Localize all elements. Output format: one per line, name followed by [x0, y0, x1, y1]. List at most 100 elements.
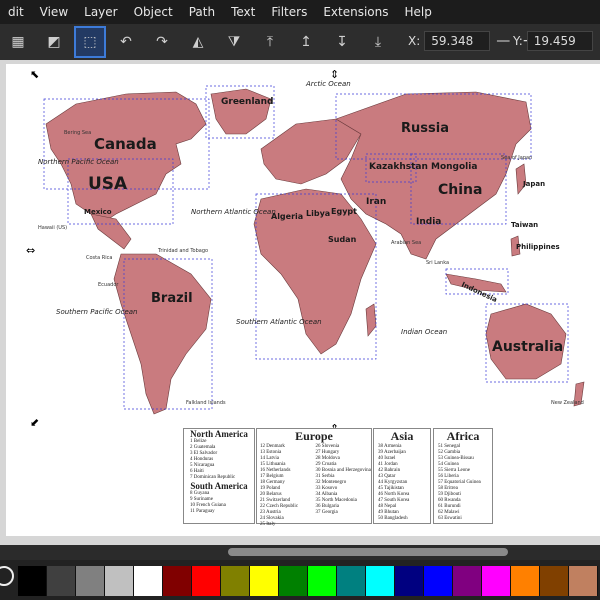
label-new-zealand: New Zealand [551, 400, 584, 406]
palette-swatch[interactable] [337, 566, 366, 596]
label-russia: Russia [401, 121, 449, 136]
palette-swatch[interactable] [47, 566, 76, 596]
label-sri-lanka: Sri Lanka [426, 260, 449, 266]
legend-north-america-list: 1 Belize 2 Guatemala 3 El Salvador 4 Hondur… [190, 439, 236, 480]
legend-asia[interactable]: Asia 38 Armenia 39 Azerbaijan 40 Israel 41 … [373, 428, 431, 524]
label-egypt: Egypt [331, 207, 357, 216]
align-mask-icon[interactable]: ◩ [40, 28, 68, 56]
menu-view[interactable]: View [32, 5, 76, 19]
select-all-icon[interactable]: ⬚ [74, 26, 106, 58]
label-usa: USA [88, 174, 128, 194]
label-indian-ocean: Indian Ocean [401, 328, 447, 336]
menu-bar: dit View Layer Object Path Text Filters … [0, 0, 600, 24]
menu-text[interactable]: Text [223, 5, 263, 19]
palette-swatch[interactable] [366, 566, 395, 596]
label-australia: Australia [492, 339, 563, 355]
legend-europe-title: Europe [295, 429, 333, 443]
x-field[interactable]: 59.348 [424, 31, 491, 51]
label-arctic-ocean: Arctic Ocean [305, 80, 351, 88]
handle-top-center: ⇕ [330, 68, 339, 81]
label-philippines: Philippines [516, 243, 560, 251]
label-japan: Japan [522, 180, 545, 188]
palette-swatch[interactable] [453, 566, 482, 596]
handle-middle-left: ⇔ [26, 244, 35, 257]
label-iran: Iran [366, 197, 386, 207]
menu-filters[interactable]: Filters [263, 5, 315, 19]
legend-asia-list: 38 Armenia 39 Azerbaijan 40 Israel 41 Jorda… [378, 444, 410, 521]
label-trinidad: Trinidad and Tobago [157, 248, 208, 254]
palette-swatch[interactable] [482, 566, 511, 596]
legend-asia-title: Asia [390, 429, 414, 443]
menu-help[interactable]: Help [397, 5, 440, 19]
y-coordinate-control: Y: 19.459 [513, 30, 593, 52]
legend-europe-list-2: 26 Slovenia 27 Hungary 28 Moldova 29 Croati… [315, 444, 371, 515]
label-algeria: Algeria [271, 212, 303, 221]
palette-swatch[interactable] [18, 566, 47, 596]
palette-swatch[interactable] [134, 566, 163, 596]
palette-swatch[interactable] [511, 566, 540, 596]
label-sudan: Sudan [328, 235, 357, 244]
palette-swatch[interactable] [105, 566, 134, 596]
legend-north-america-title: North America [190, 429, 248, 439]
japan-shape [515, 163, 527, 195]
flip-horizontal-icon[interactable]: ◭ [184, 28, 212, 56]
palette-swatch[interactable] [279, 566, 308, 596]
label-southern-atlantic-ocean: Southern Atlantic Ocean [236, 318, 322, 326]
y-field[interactable]: 19.459 [526, 31, 593, 51]
handle-bottom-left: ⬋ [30, 416, 39, 429]
label-brazil: Brazil [151, 291, 193, 306]
label-costa-rica: Costa Rica [86, 255, 112, 261]
rotate-ccw-icon[interactable]: ↶ [112, 28, 140, 56]
madagascar-shape [365, 303, 377, 337]
palette-swatch[interactable] [424, 566, 453, 596]
label-arabian-sea: Arabian Sea [391, 240, 421, 246]
palette-swatch[interactable] [76, 566, 105, 596]
handle-top-left: ⬉ [30, 68, 39, 81]
select-same-icon[interactable]: ▦ [4, 28, 32, 56]
label-northern-pacific-ocean: Northern Pacific Ocean [38, 158, 119, 166]
label-bering-sea: Bering Sea [64, 130, 91, 136]
palette-swatch[interactable] [221, 566, 250, 596]
legend-south-america-title: South America [190, 481, 248, 491]
label-mongolia: Mongolia [431, 162, 477, 172]
label-ecuador: Ecuador [98, 282, 119, 288]
palette-swatch[interactable] [395, 566, 424, 596]
label-taiwan: Taiwan [511, 221, 538, 229]
x-label: X: [408, 34, 421, 48]
menu-extensions[interactable]: Extensions [315, 5, 396, 19]
label-mexico: Mexico [84, 208, 112, 216]
horizontal-scrollbar-thumb[interactable] [228, 548, 508, 556]
legend-americas[interactable]: North America 1 Belize 2 Guatemala 3 El Sa… [183, 428, 255, 524]
palette-swatch[interactable] [192, 566, 221, 596]
label-canada: Canada [94, 135, 157, 153]
flip-vertical-icon[interactable]: ⧩ [220, 28, 248, 56]
legend-africa-list: 51 Senegal 52 Gambia 53 Guinea-Bissau 54 Gu… [438, 444, 481, 521]
legend-europe[interactable]: Europe 12 Denmark 13 Estonia 14 Latvia 15 L… [256, 428, 372, 527]
palette-swatch[interactable] [250, 566, 279, 596]
central-america-shape [90, 213, 132, 250]
legend-africa[interactable]: Africa 51 Senegal 52 Gambia 53 Guinea-Biss… [433, 428, 493, 524]
lower-bottom-icon[interactable]: ⤓ [364, 28, 392, 56]
menu-edit[interactable]: dit [0, 5, 32, 19]
lower-icon[interactable]: ↧ [328, 28, 356, 56]
y-label: Y: [513, 34, 523, 48]
rotate-cw-icon[interactable]: ↷ [148, 28, 176, 56]
palette-swatch[interactable] [308, 566, 337, 596]
label-china: China [438, 182, 482, 198]
raise-icon[interactable]: ↥ [292, 28, 320, 56]
menu-path[interactable]: Path [181, 5, 223, 19]
legend-europe-list-1: 12 Denmark 13 Estonia 14 Latvia 15 Lithuani… [260, 444, 299, 527]
label-kazakhstan: Kazakhstan [369, 162, 428, 172]
south-america-shape [113, 253, 212, 415]
menu-layer[interactable]: Layer [76, 5, 125, 19]
palette-swatch[interactable] [569, 566, 598, 596]
palette-swatch[interactable] [540, 566, 569, 596]
legend-south-america-list: 8 Guyana 9 Suriname 10 French Guiana 11 Par… [190, 491, 226, 514]
palette-swatch[interactable] [163, 566, 192, 596]
raise-top-icon[interactable]: ⤒ [256, 28, 284, 56]
label-sea-of-japan: Sea of Japan [501, 155, 532, 161]
greenland-shape [210, 88, 272, 135]
menu-object[interactable]: Object [126, 5, 181, 19]
label-hawaii: Hawaii (US) [38, 225, 67, 231]
label-northern-atlantic-ocean: Northern Atlantic Ocean [191, 208, 276, 216]
